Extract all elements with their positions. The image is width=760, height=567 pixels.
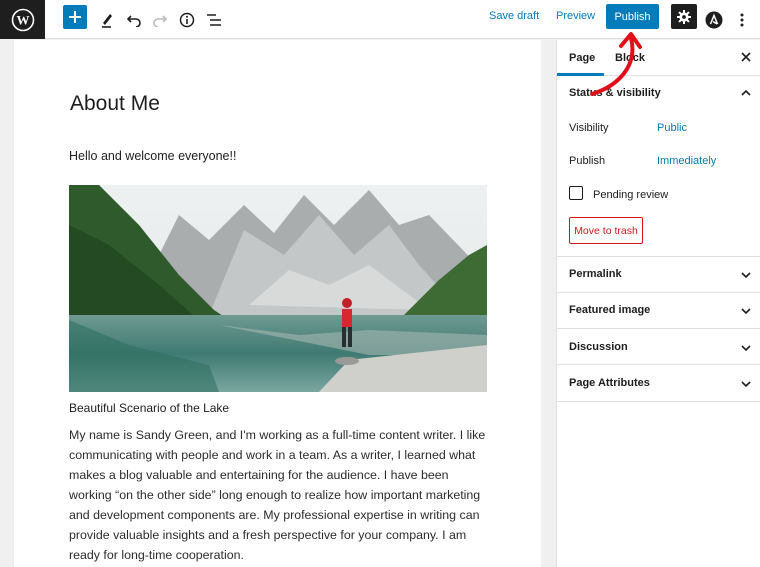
tools-button[interactable] [98,0,116,39]
panel-permalink[interactable]: Permalink [569,268,622,280]
divider [557,256,760,257]
visibility-toggle[interactable]: Public [657,122,687,134]
redo-icon [153,14,168,27]
active-tab-indicator [557,73,604,76]
panel-page-attributes[interactable]: Page Attributes [569,377,650,389]
settings-sidebar: Page Block Status & visibility Visibilit… [556,40,760,567]
tab-page[interactable]: Page [569,52,595,64]
divider [557,401,760,402]
image-caption[interactable]: Beautiful Scenario of the Lake [69,401,229,415]
plus-icon [69,11,81,23]
gear-icon [677,9,691,24]
add-block-button[interactable] [63,5,87,29]
redo-button[interactable] [151,0,169,39]
lake-landscape-image [69,185,487,392]
post-title[interactable]: About Me [70,92,160,116]
list-view-button[interactable] [205,0,223,39]
pencil-icon [102,13,112,28]
panel-status-visibility[interactable]: Status & visibility [569,87,661,99]
list-view-icon [207,13,221,26]
image-block[interactable] [69,185,487,392]
wordpress-logo-icon[interactable]: W [0,0,45,39]
publish-label: Publish [569,155,606,167]
paragraph-block[interactable]: My name is Sandy Green, and I'm working … [69,425,489,565]
move-to-trash-button[interactable]: Move to trash [569,217,643,244]
pending-review-label[interactable]: Pending review [593,189,668,201]
visibility-label: Visibility [569,122,609,134]
chevron-down-icon[interactable] [740,342,752,354]
close-sidebar-button[interactable] [739,49,753,65]
options-button[interactable] [735,0,749,39]
chevron-down-icon[interactable] [740,305,752,317]
undo-icon [126,14,141,27]
more-vertical-icon [740,13,744,26]
chevron-down-icon[interactable] [740,378,752,390]
divider [557,292,760,293]
svg-text:W: W [16,12,29,27]
top-toolbar: W Save draft Preview Publish [0,0,760,39]
publish-date-toggle[interactable]: Immediately [657,155,716,167]
panel-discussion[interactable]: Discussion [569,341,628,353]
paragraph-block[interactable]: Hello and welcome everyone!! [69,149,236,163]
pending-review-checkbox[interactable] [569,186,583,200]
sidebar-tabs: Page Block [557,40,760,76]
astra-icon [705,11,723,28]
chevron-up-icon[interactable] [740,87,752,99]
chevron-down-icon[interactable] [740,269,752,281]
divider [557,328,760,329]
tab-block[interactable]: Block [615,52,645,64]
details-button[interactable] [178,0,196,39]
save-draft-button[interactable]: Save draft [489,10,539,22]
publish-button[interactable]: Publish [606,4,659,29]
settings-button[interactable] [671,4,697,29]
divider [557,364,760,365]
astra-button[interactable] [704,0,724,39]
undo-button[interactable] [125,0,143,39]
close-icon [741,52,751,62]
preview-button[interactable]: Preview [556,10,595,22]
info-icon [179,12,195,27]
panel-featured-image[interactable]: Featured image [569,304,650,316]
editor-canvas[interactable]: About Me Hello and welcome everyone!! Be… [14,40,541,567]
